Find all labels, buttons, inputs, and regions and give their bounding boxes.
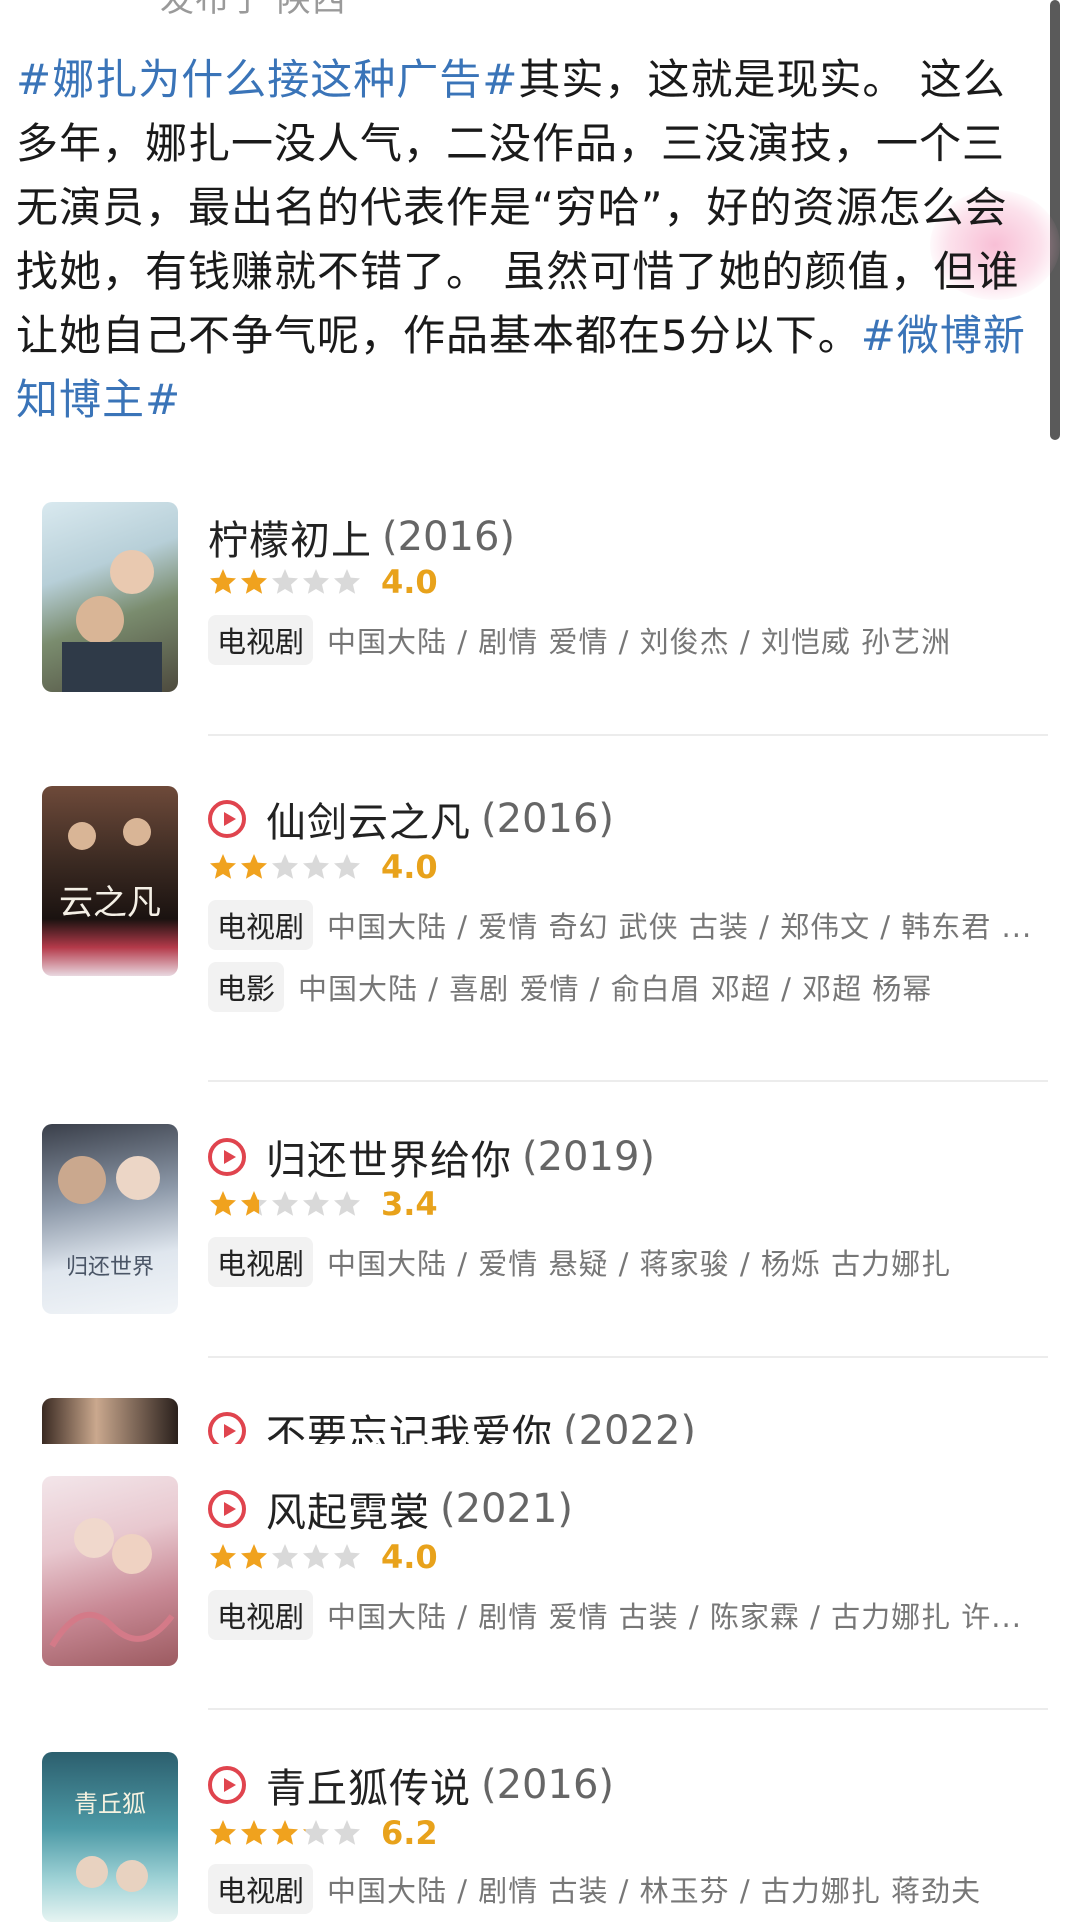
play-circle-icon[interactable] bbox=[208, 1766, 246, 1804]
info-row: 电视剧 中国大陆 / 剧情 爱情 古装 / 陈家霖 / 古力娜扎 许... bbox=[208, 1590, 1022, 1640]
type-badge: 电视剧 bbox=[208, 1237, 314, 1287]
rating: 4.0 bbox=[208, 1538, 438, 1576]
star-icon bbox=[241, 1191, 267, 1216]
star-icon bbox=[334, 1544, 360, 1569]
info-text: 中国大陆 / 爱情 奇幻 武侠 古装 / 郑伟文 / 韩东君 ... bbox=[327, 910, 1033, 944]
rating-score: 4.0 bbox=[381, 848, 438, 886]
star-icon bbox=[272, 1191, 298, 1216]
work-title[interactable]: 青丘狐传说 bbox=[266, 1756, 471, 1814]
post-location: 发布于 陕西 bbox=[160, 0, 347, 20]
rating: 6.2 bbox=[208, 1814, 438, 1852]
star-icon bbox=[303, 1191, 329, 1216]
star-icon bbox=[334, 854, 360, 879]
star-icon bbox=[334, 1191, 360, 1216]
star-icon bbox=[303, 1544, 329, 1569]
work-item-partial[interactable]: 不要忘记我爱你 (2022) bbox=[0, 1398, 1080, 1444]
work-year: (2016) bbox=[382, 514, 516, 560]
info-row: 电视剧 中国大陆 / 剧情 古装 / 林玉芬 / 古力娜扎 蒋劲夫 bbox=[208, 1864, 981, 1914]
poster-image: 归还世界 bbox=[42, 1124, 178, 1314]
work-year: (2016) bbox=[481, 796, 615, 842]
work-year: (2016) bbox=[481, 1762, 615, 1808]
work-title-row[interactable]: 仙剑云之凡 (2016) bbox=[208, 790, 614, 848]
work-title-row[interactable]: 风起霓裳 (2021) bbox=[208, 1480, 573, 1538]
poster-image: 青丘狐 bbox=[42, 1752, 178, 1922]
type-badge: 电视剧 bbox=[208, 1590, 314, 1640]
poster-image bbox=[42, 1398, 178, 1444]
star-icon bbox=[334, 1820, 360, 1845]
poster-image bbox=[42, 502, 178, 692]
info-text: 中国大陆 / 剧情 爱情 古装 / 陈家霖 / 古力娜扎 许... bbox=[327, 1600, 1022, 1634]
star-icon bbox=[272, 569, 298, 594]
star-icon bbox=[210, 1820, 236, 1845]
work-title-row[interactable]: 归还世界给你 (2019) bbox=[208, 1128, 655, 1186]
info-text: 中国大陆 / 剧情 爱情 / 刘俊杰 / 刘恺威 孙艺洲 bbox=[327, 625, 952, 659]
svg-text:归还世界: 归还世界 bbox=[66, 1255, 154, 1280]
play-circle-icon[interactable] bbox=[208, 800, 246, 838]
rating-score: 4.0 bbox=[381, 1538, 438, 1576]
info-row: 电视剧 中国大陆 / 爱情 奇幻 武侠 古装 / 郑伟文 / 韩东君 ... bbox=[208, 900, 1032, 950]
info-row: 电影 中国大陆 / 喜剧 爱情 / 俞白眉 邓超 / 邓超 杨幂 bbox=[208, 962, 932, 1012]
work-title-row[interactable]: 柠檬初上 (2016) bbox=[208, 508, 515, 566]
type-badge: 电影 bbox=[208, 962, 285, 1012]
work-title-row[interactable]: 青丘狐传说 (2016) bbox=[208, 1756, 614, 1814]
rating-score: 6.2 bbox=[381, 1814, 438, 1852]
info-text: 中国大陆 / 剧情 古装 / 林玉芬 / 古力娜扎 蒋劲夫 bbox=[327, 1874, 982, 1908]
play-circle-icon[interactable] bbox=[208, 1138, 246, 1176]
info-row: 电视剧 中国大陆 / 剧情 爱情 / 刘俊杰 / 刘恺威 孙艺洲 bbox=[208, 615, 951, 665]
divider bbox=[208, 1080, 1048, 1082]
type-badge: 电视剧 bbox=[208, 900, 314, 950]
poster-image: 云之凡 bbox=[42, 786, 178, 976]
star-icon bbox=[241, 854, 267, 879]
star-icon bbox=[210, 569, 236, 594]
info-text: 中国大陆 / 喜剧 爱情 / 俞白眉 邓超 / 邓超 杨幂 bbox=[298, 972, 933, 1006]
star-icon bbox=[303, 1820, 329, 1845]
poster-image bbox=[42, 1476, 178, 1666]
work-title[interactable]: 归还世界给你 bbox=[266, 1128, 512, 1186]
star-icon bbox=[241, 569, 267, 594]
svg-text:青丘狐: 青丘狐 bbox=[74, 1790, 146, 1818]
info-text: 中国大陆 / 爱情 悬疑 / 蒋家骏 / 杨烁 古力娜扎 bbox=[327, 1247, 952, 1281]
star-icon bbox=[334, 569, 360, 594]
svg-text:云之凡: 云之凡 bbox=[59, 883, 161, 923]
play-circle-icon[interactable] bbox=[208, 1490, 246, 1528]
star-icon bbox=[241, 1820, 267, 1845]
work-year: (2021) bbox=[440, 1486, 574, 1532]
rating: 4.0 bbox=[208, 848, 438, 886]
type-badge: 电视剧 bbox=[208, 615, 314, 665]
star-icon bbox=[241, 1544, 267, 1569]
star-icon bbox=[272, 1544, 298, 1569]
rating: 4.0 bbox=[208, 563, 438, 601]
work-title[interactable]: 柠檬初上 bbox=[208, 508, 372, 566]
play-circle-icon[interactable] bbox=[208, 1412, 246, 1444]
work-title[interactable]: 风起霓裳 bbox=[266, 1480, 430, 1538]
info-row: 电视剧 中国大陆 / 爱情 悬疑 / 蒋家骏 / 杨烁 古力娜扎 bbox=[208, 1237, 951, 1287]
work-year: (2019) bbox=[522, 1134, 656, 1180]
star-icon bbox=[210, 1191, 236, 1216]
divider bbox=[208, 1708, 1048, 1710]
star-icon bbox=[303, 569, 329, 594]
rating: 3.4 bbox=[208, 1185, 438, 1223]
rating-score: 4.0 bbox=[381, 563, 438, 601]
star-icon bbox=[210, 854, 236, 879]
work-year: (2022) bbox=[563, 1408, 697, 1444]
work-title[interactable]: 不要忘记我爱你 bbox=[266, 1402, 553, 1444]
rating-score: 3.4 bbox=[381, 1185, 438, 1223]
work-title-row[interactable]: 不要忘记我爱你 (2022) bbox=[208, 1402, 696, 1444]
star-icon bbox=[210, 1544, 236, 1569]
star-icon bbox=[303, 854, 329, 879]
divider bbox=[208, 734, 1048, 736]
post-body: #娜扎为什么接这种广告#其实，这就是现实。 这么多年，娜扎一没人气，二没作品，三… bbox=[16, 48, 1026, 432]
type-badge: 电视剧 bbox=[208, 1864, 314, 1914]
divider bbox=[208, 1356, 1048, 1358]
star-icon bbox=[272, 854, 298, 879]
work-title[interactable]: 仙剑云之凡 bbox=[266, 790, 471, 848]
hashtag-link[interactable]: #娜扎为什么接这种广告# bbox=[16, 55, 518, 104]
star-icon bbox=[272, 1820, 298, 1845]
